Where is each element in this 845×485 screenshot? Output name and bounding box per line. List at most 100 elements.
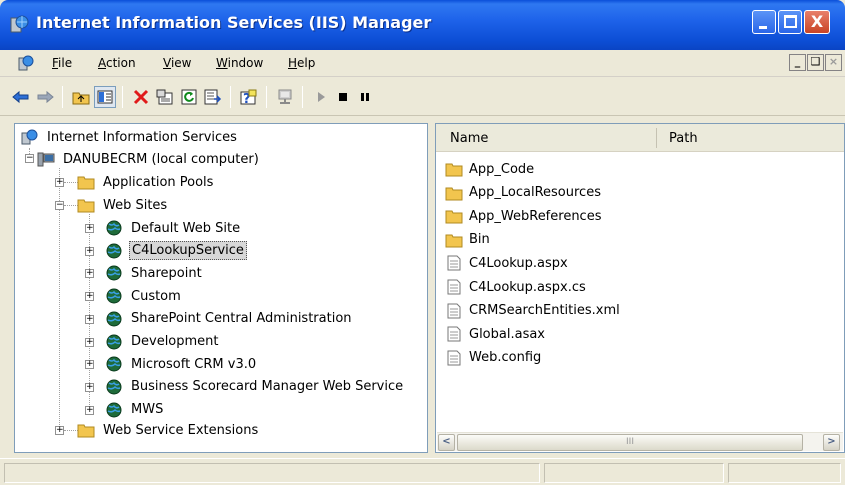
collapse-toggle[interactable]: − <box>25 154 34 163</box>
tree-node-site-sharepoint-central-administration[interactable]: SharePoint Central Administration <box>105 309 354 329</box>
menu-view[interactable]: View <box>163 56 191 70</box>
tree-node-application-pools[interactable]: Application Pools <box>77 172 215 192</box>
status-cell <box>544 463 724 483</box>
back-button[interactable] <box>10 86 32 108</box>
tree-node-site-microsoft-crm-v3-0[interactable]: Microsoft CRM v3.0 <box>105 354 258 374</box>
horizontal-scrollbar[interactable]: < III > <box>437 432 843 451</box>
toolbar: ? <box>0 78 845 116</box>
list-pane[interactable]: Name Path App_Code App_LocalResources App_… <box>435 123 845 453</box>
list-item-name: Global.asax <box>469 326 546 342</box>
scroll-right-button[interactable]: > <box>823 434 840 451</box>
scroll-left-button[interactable]: < <box>438 434 455 451</box>
pause-button[interactable] <box>354 86 376 108</box>
tree-node-site-default-web-site[interactable]: Default Web Site <box>105 218 242 238</box>
list-item[interactable]: C4Lookup.aspx.cs <box>445 276 586 298</box>
help-button[interactable]: ? <box>238 86 260 108</box>
properties-icon <box>156 89 173 105</box>
list-item-name: CRMSearchEntities.xml <box>469 303 620 319</box>
file-icon <box>447 326 461 342</box>
stop-button[interactable] <box>332 86 354 108</box>
menu-action[interactable]: Action <box>98 56 136 70</box>
start-button[interactable] <box>310 86 332 108</box>
tree-node-site-business-scorecard-manager-web-service[interactable]: Business Scorecard Manager Web Service <box>105 377 405 397</box>
list-item[interactable]: App_WebReferences <box>445 205 601 227</box>
show-hide-tree-icon <box>97 90 113 104</box>
system-menu-icon[interactable] <box>18 55 34 71</box>
up-one-level-button[interactable] <box>70 86 92 108</box>
maximize-button[interactable] <box>778 10 802 34</box>
tree-node-site-development[interactable]: Development <box>105 332 221 352</box>
expand-toggle[interactable]: + <box>85 360 94 370</box>
tree-node-site-sharepoint[interactable]: Sharepoint <box>105 263 204 283</box>
web-site-globe-icon <box>106 356 122 372</box>
delete-button[interactable] <box>130 86 152 108</box>
site-label: Sharepoint <box>131 265 202 281</box>
expand-toggle[interactable]: + <box>85 382 94 392</box>
list-item[interactable]: Bin <box>445 229 490 251</box>
expand-toggle[interactable]: + <box>85 269 94 279</box>
site-label: SharePoint Central Administration <box>131 311 352 327</box>
list-item[interactable]: Global.asax <box>445 323 545 345</box>
expand-toggle[interactable]: + <box>55 178 64 187</box>
expand-toggle[interactable]: + <box>85 405 94 415</box>
tree-node-site-custom[interactable]: Custom <box>105 286 183 306</box>
minimize-button[interactable] <box>752 10 776 34</box>
folder-icon <box>445 234 463 248</box>
tree-node-web-service-extensions[interactable]: Web Service Extensions <box>77 420 260 440</box>
site-label: Custom <box>131 288 181 304</box>
expand-toggle[interactable]: + <box>85 292 94 302</box>
list-item[interactable]: App_LocalResources <box>445 182 601 204</box>
tree-node-iis-root[interactable]: Internet Information Services <box>21 127 239 147</box>
tree-node-site-c4lookupservice[interactable]: C4LookupService <box>105 241 247 261</box>
refresh-icon <box>181 89 197 105</box>
list-item[interactable]: App_Code <box>445 158 534 180</box>
file-icon <box>447 303 461 319</box>
refresh-button[interactable] <box>178 86 200 108</box>
column-header-name[interactable]: Name <box>450 131 488 146</box>
iis-manager-icon <box>10 15 29 33</box>
list-item[interactable]: Web.config <box>445 347 541 369</box>
mdi-close-button[interactable]: × <box>825 54 842 71</box>
toolbar-separator <box>122 86 123 108</box>
computer-icon <box>37 152 55 167</box>
folder-icon <box>445 187 463 201</box>
list-item-name: Web.config <box>469 350 542 366</box>
scroll-thumb[interactable]: III <box>457 434 803 451</box>
expand-toggle[interactable]: + <box>85 224 94 233</box>
list-item[interactable]: CRMSearchEntities.xml <box>445 300 620 322</box>
toolbar-separator <box>62 86 63 108</box>
expand-toggle[interactable]: + <box>85 246 94 256</box>
window-title: Internet Information Services (IIS) Mana… <box>36 13 432 32</box>
menu-file[interactable]: File <box>52 56 72 70</box>
menu-help[interactable]: Help <box>288 56 315 70</box>
column-header-path[interactable]: Path <box>669 131 698 146</box>
tree-node-computer[interactable]: DANUBECRM (local computer) <box>37 149 261 169</box>
expand-toggle[interactable]: + <box>85 314 94 324</box>
web-site-globe-icon <box>106 379 122 395</box>
start-icon <box>318 92 325 102</box>
expand-toggle[interactable]: + <box>55 426 64 435</box>
menu-window[interactable]: Window <box>216 56 263 70</box>
list-item-name: C4Lookup.aspx <box>469 255 568 271</box>
list-item[interactable]: C4Lookup.aspx <box>445 252 568 274</box>
close-button[interactable]: X <box>804 10 830 34</box>
export-list-button[interactable] <box>202 86 224 108</box>
web-site-globe-icon <box>106 334 122 349</box>
forward-button[interactable] <box>34 86 56 108</box>
tree-pane[interactable]: Internet Information Services − DANUBECR… <box>14 123 428 453</box>
properties-button[interactable] <box>154 86 176 108</box>
mdi-minimize-button[interactable]: _ <box>789 54 806 71</box>
connect-button[interactable] <box>274 86 296 108</box>
tree-node-site-mws[interactable]: MWS <box>105 400 165 420</box>
tree-node-web-sites[interactable]: Web Sites <box>77 195 169 215</box>
column-divider[interactable] <box>656 128 657 148</box>
expand-toggle[interactable]: + <box>85 337 94 347</box>
mdi-restore-button[interactable]: ❑ <box>807 54 824 71</box>
show-hide-tree-button[interactable] <box>94 86 116 108</box>
collapse-toggle[interactable]: − <box>55 201 64 210</box>
file-icon <box>447 350 461 366</box>
title-bar[interactable]: Internet Information Services (IIS) Mana… <box>0 0 845 50</box>
list-item-name: App_Code <box>469 161 535 177</box>
folder-icon <box>77 424 95 438</box>
site-label: MWS <box>131 402 164 418</box>
